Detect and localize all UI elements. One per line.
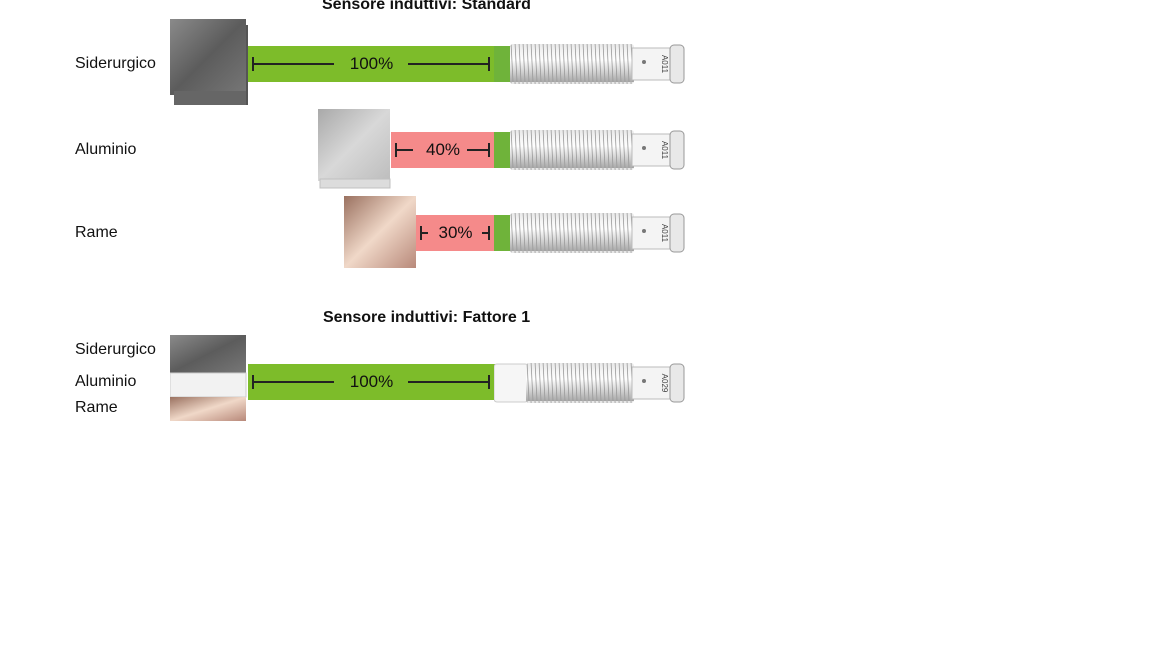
percentage-label: 30% <box>438 223 473 242</box>
percentage-label: 100% <box>349 372 394 391</box>
range-bar-fattore-1: 100% <box>248 364 495 400</box>
sensor-marking: A011 <box>660 55 669 74</box>
percentage-label: 40% <box>425 140 461 159</box>
steel-block <box>170 19 248 105</box>
material-label-siderurgico: Siderurgico <box>75 55 156 72</box>
material-label-rame: Rame <box>75 399 118 416</box>
material-label-siderurgico: Siderurgico <box>75 341 156 358</box>
inductive-sensor-fattore-1: A029 <box>494 363 685 403</box>
sensor-marking: A029 <box>660 374 669 393</box>
percentage-label: 100% <box>349 54 394 73</box>
inductive-sensor-standard: A011 <box>494 130 685 170</box>
diagram-title-fattore-1: Sensore induttivi: Fattore 1 <box>323 309 531 326</box>
diagram-title-standard: Sensore induttivi: Standard <box>322 0 531 13</box>
range-bar-siderurgico: 100% <box>248 46 495 82</box>
aluminium-block <box>318 109 391 189</box>
copper-block <box>344 196 416 268</box>
material-label-rame: Rame <box>75 224 118 241</box>
range-bar-aluminio: 40% <box>391 132 495 168</box>
inductive-sensor-standard: A011 <box>494 213 685 253</box>
sensor-marking: A011 <box>660 224 669 243</box>
sensor-marking: A011 <box>660 141 669 160</box>
inductive-sensor-standard: A011 <box>494 44 685 84</box>
material-label-aluminio: Aluminio <box>75 141 137 158</box>
material-label-aluminio: Aluminio <box>75 373 137 390</box>
range-bar-rame: 30% <box>416 215 495 251</box>
stacked-metal-blocks <box>170 335 247 421</box>
